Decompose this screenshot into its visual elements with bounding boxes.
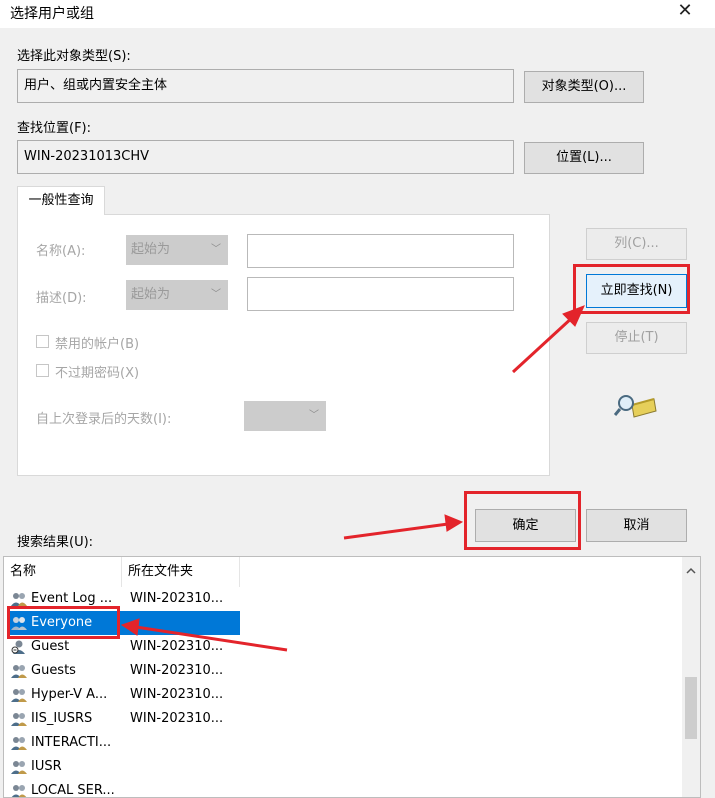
row-folder [130,611,240,635]
locations-button[interactable]: 位置(L)... [524,142,644,174]
column-header-folder[interactable]: 所在文件夹 [122,557,240,587]
search-users-icon [614,395,657,418]
group-icon [11,761,27,774]
disabled-accounts-label: 禁用的帐户(B) [55,337,140,352]
name-mode-value: 起始为 [131,242,171,257]
row-folder: WIN-202310... [130,711,224,726]
scrollbar-thumb[interactable] [685,677,697,739]
description-input [247,277,514,311]
search-results-list[interactable]: 名称 所在文件夹 Event Log ... WIN-202310... Eve… [3,556,701,798]
group-icon [11,785,27,797]
arrow-to-ok [343,514,464,540]
columns-button[interactable]: 列(C)... [586,228,687,260]
group-icon [11,737,27,750]
table-row[interactable]: Hyper-V A... WIN-202310... [4,683,680,707]
table-row[interactable]: LOCAL SER... [4,779,680,798]
row-folder: WIN-202310... [130,591,224,606]
object-type-label: 选择此对象类型(S): [17,49,131,64]
row-name: INTERACTI... [31,735,112,750]
row-folder [130,731,240,755]
object-type-field: 用户、组或内置安全主体 [17,69,514,103]
row-name: Hyper-V A... [31,687,108,702]
window-title: 选择用户或组 [10,6,94,22]
location-field: WIN-20231013CHV [17,140,514,174]
disabled-accounts-checkbox [36,335,49,348]
name-input [247,234,514,268]
location-label: 查找位置(F): [17,121,92,136]
find-now-highlight-box [573,264,690,314]
group-icon [11,713,27,726]
row-folder: WIN-202310... [130,687,224,702]
non-expiring-password-label: 不过期密码(X) [55,366,140,381]
row-name: IUSR [31,759,62,774]
row-name: LOCAL SER... [31,783,115,798]
close-icon[interactable]: ✕ [674,0,696,24]
vertical-scrollbar[interactable] [682,557,700,797]
name-label: 名称(A): [36,244,86,259]
title-bar [0,0,715,28]
group-icon [11,593,27,606]
cancel-button[interactable]: 取消 [586,509,687,542]
chevron-down-icon: ﹀ [309,410,319,421]
search-results-label: 搜索结果(U): [17,535,94,550]
table-row[interactable]: IIS_IUSRS WIN-202310... [4,707,680,731]
days-since-logon-select: ﹀ [244,401,326,431]
chevron-up-icon[interactable] [686,567,696,575]
chevron-down-icon: ﹀ [211,244,221,255]
name-mode-select: 起始为 ﹀ [126,235,228,265]
ok-highlight-box [464,491,581,550]
group-icon [11,689,27,702]
table-row[interactable]: INTERACTI... [4,731,680,755]
user-icon [11,640,25,654]
non-expiring-password-checkbox [36,364,49,377]
row-folder: WIN-202310... [130,663,224,678]
row-folder [130,755,240,779]
object-types-button[interactable]: 对象类型(O)... [524,71,644,103]
tab-general-query[interactable]: 一般性查询 [17,186,105,215]
stop-button[interactable]: 停止(T) [586,322,687,354]
row-folder [130,779,240,797]
everyone-highlight-box [7,606,120,639]
row-folder: WIN-202310... [130,639,224,654]
table-row[interactable]: Guests WIN-202310... [4,659,680,683]
table-row[interactable]: IUSR [4,755,680,779]
description-mode-select: 起始为 ﹀ [126,280,228,310]
description-label: 描述(D): [36,291,87,306]
column-header-name[interactable]: 名称 [4,557,122,587]
row-name: IIS_IUSRS [31,711,93,726]
chevron-down-icon: ﹀ [211,289,221,300]
days-since-logon-label: 自上次登录后的天数(I): [36,412,172,427]
row-name: Guests [31,663,76,678]
description-mode-value: 起始为 [131,287,171,302]
group-icon [11,665,27,678]
